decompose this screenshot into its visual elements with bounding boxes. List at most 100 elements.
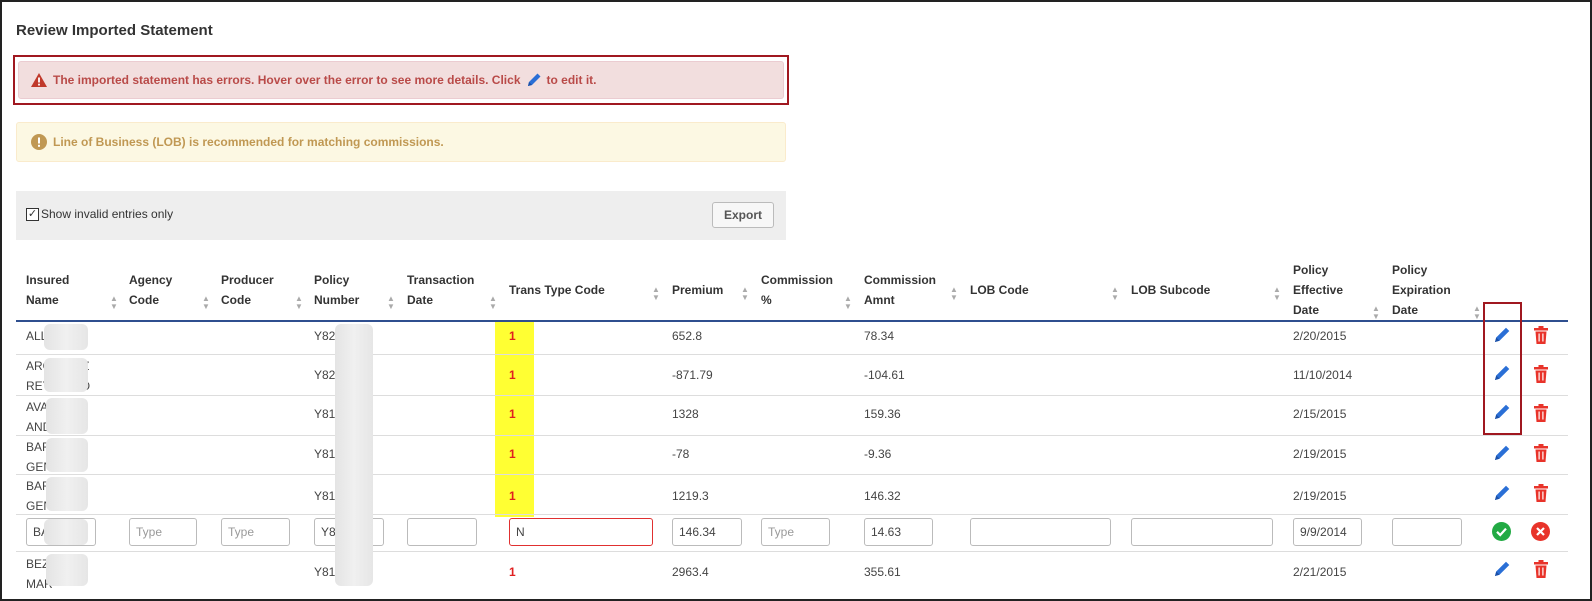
sort-icon[interactable]: ▲ ▼ (1473, 305, 1481, 321)
producer-code-input[interactable]: Type (221, 518, 290, 546)
commission-amnt-cell: 78.34 (864, 329, 895, 343)
header-premium[interactable]: Premium (672, 280, 723, 300)
export-button[interactable]: Export (712, 202, 774, 228)
sort-icon[interactable]: ▲ ▼ (652, 286, 660, 302)
redacted-name (46, 398, 88, 434)
trans-type-cell[interactable]: 1 (509, 562, 516, 582)
header-policy-expiration-date[interactable]: Policy Expiration Date (1392, 260, 1451, 320)
commission-amnt-cell: 159.36 (864, 407, 901, 421)
policy-number-cell: Y81 (314, 489, 336, 503)
sort-icon[interactable]: ▲ ▼ (295, 295, 303, 311)
trash-icon[interactable] (1533, 404, 1549, 422)
row-divider (16, 551, 1568, 552)
warning-alert: Line of Business (LOB) is recommended fo… (16, 122, 786, 162)
redacted-name (46, 438, 88, 472)
page-title: Review Imported Statement (16, 22, 213, 39)
row-divider (16, 514, 1568, 515)
redacted-name (44, 358, 88, 392)
header-transaction-date[interactable]: Transaction Date (407, 270, 474, 310)
trash-icon[interactable] (1533, 326, 1549, 344)
policy-number-cell: Y81 (314, 565, 336, 579)
trans-type-code-input[interactable]: N (509, 518, 653, 546)
row-divider (16, 395, 1568, 396)
commission-amnt-input[interactable]: 14.63 (864, 518, 933, 546)
commission-pct-input[interactable]: Type (761, 518, 830, 546)
show-invalid-checkbox[interactable]: ✓ Show invalid entries only (26, 207, 173, 221)
error-alert: The imported statement has errors. Hover… (18, 61, 784, 99)
effective-date-cell: 2/20/2015 (1293, 329, 1347, 343)
redacted-policy-numbers (335, 324, 373, 586)
effective-date-cell: 2/15/2015 (1293, 407, 1347, 421)
effective-date-input[interactable]: 9/9/2014 (1293, 518, 1362, 546)
commission-amnt-cell: 146.32 (864, 489, 901, 503)
header-lob-code[interactable]: LOB Code (970, 280, 1029, 300)
trans-type-cell[interactable]: 1 (509, 404, 516, 424)
redacted-name (44, 519, 88, 545)
sort-icon[interactable]: ▲ ▼ (950, 286, 958, 302)
redacted-name (46, 477, 88, 511)
trans-type-cell[interactable]: 1 (509, 444, 516, 464)
sort-icon[interactable]: ▲ ▼ (489, 295, 497, 311)
sort-icon[interactable]: ▲ ▼ (1372, 305, 1380, 321)
pencil-icon[interactable] (1492, 483, 1512, 503)
sort-icon[interactable]: ▲ ▼ (844, 295, 852, 311)
warning-alert-text: Line of Business (LOB) is recommended fo… (53, 135, 444, 149)
effective-date-cell: 2/19/2015 (1293, 489, 1347, 503)
header-policy-effective-date[interactable]: Policy Effective Date (1293, 260, 1343, 320)
row-divider (16, 435, 1568, 436)
policy-number-cell: Y82 (314, 329, 336, 343)
agency-code-input[interactable]: Type (129, 518, 197, 546)
trans-type-cell[interactable]: 1 (509, 365, 516, 385)
premium-cell: 1328 (672, 407, 699, 421)
lob-code-input[interactable] (970, 518, 1111, 546)
trans-type-cell[interactable]: 1 (509, 486, 516, 506)
filter-bar: ✓ Show invalid entries only Export (16, 191, 786, 240)
pencil-icon[interactable] (1492, 443, 1512, 463)
premium-cell: 1219.3 (672, 489, 709, 503)
transaction-date-input[interactable] (407, 518, 477, 546)
policy-number-cell: Y81 (314, 447, 336, 461)
checkbox-checked-icon[interactable]: ✓ (26, 207, 39, 221)
pencil-icon[interactable] (1492, 559, 1512, 579)
commission-amnt-cell: 355.61 (864, 565, 901, 579)
sort-icon[interactable]: ▲ ▼ (741, 286, 749, 302)
redacted-name (44, 324, 88, 350)
trash-icon[interactable] (1533, 560, 1549, 578)
effective-date-cell: 2/21/2015 (1293, 565, 1347, 579)
sort-icon[interactable]: ▲ ▼ (202, 295, 210, 311)
header-commission-pct[interactable]: Commission% (761, 270, 833, 310)
commission-amnt-cell: -104.61 (864, 368, 905, 382)
premium-cell: 652.8 (672, 329, 703, 343)
sort-icon[interactable]: ▲ ▼ (110, 295, 118, 311)
premium-cell: 2963.4 (672, 565, 709, 579)
header-commission-amnt[interactable]: Commission Amnt (864, 270, 936, 310)
header-trans-type-code[interactable]: Trans Type Code (509, 280, 605, 300)
redacted-name (46, 554, 88, 586)
x-circle-icon[interactable] (1531, 522, 1550, 541)
premium-input[interactable]: 146.34 (672, 518, 742, 546)
warning-triangle-icon (31, 73, 47, 87)
sort-icon[interactable]: ▲ ▼ (1273, 286, 1281, 302)
screenshot-frame: Review Imported Statement The imported s… (0, 0, 1592, 601)
row-divider (16, 474, 1568, 475)
error-alert-text-end: to edit it. (546, 73, 597, 87)
sort-icon[interactable]: ▲ ▼ (387, 295, 395, 311)
trash-icon[interactable] (1533, 365, 1549, 383)
trash-icon[interactable] (1533, 444, 1549, 462)
table-header-rule (16, 320, 1568, 322)
premium-cell: -78 (672, 447, 690, 461)
header-producer-code[interactable]: Producer Code (221, 270, 274, 310)
trans-type-cell[interactable]: 1 (509, 326, 516, 346)
exclamation-circle-icon (31, 134, 47, 150)
trash-icon[interactable] (1533, 484, 1549, 502)
check-circle-icon[interactable] (1492, 522, 1511, 541)
header-lob-subcode[interactable]: LOB Subcode (1131, 280, 1210, 300)
header-agency-code[interactable]: Agency Code (129, 270, 172, 310)
sort-icon[interactable]: ▲ ▼ (1111, 286, 1119, 302)
header-policy-number[interactable]: Policy Number (314, 270, 359, 310)
effective-date-cell: 2/19/2015 (1293, 447, 1347, 461)
policy-number-cell: Y81 (314, 407, 336, 421)
header-insured-name[interactable]: Insured Name (26, 270, 69, 310)
expiration-date-input[interactable] (1392, 518, 1462, 546)
lob-subcode-input[interactable] (1131, 518, 1273, 546)
